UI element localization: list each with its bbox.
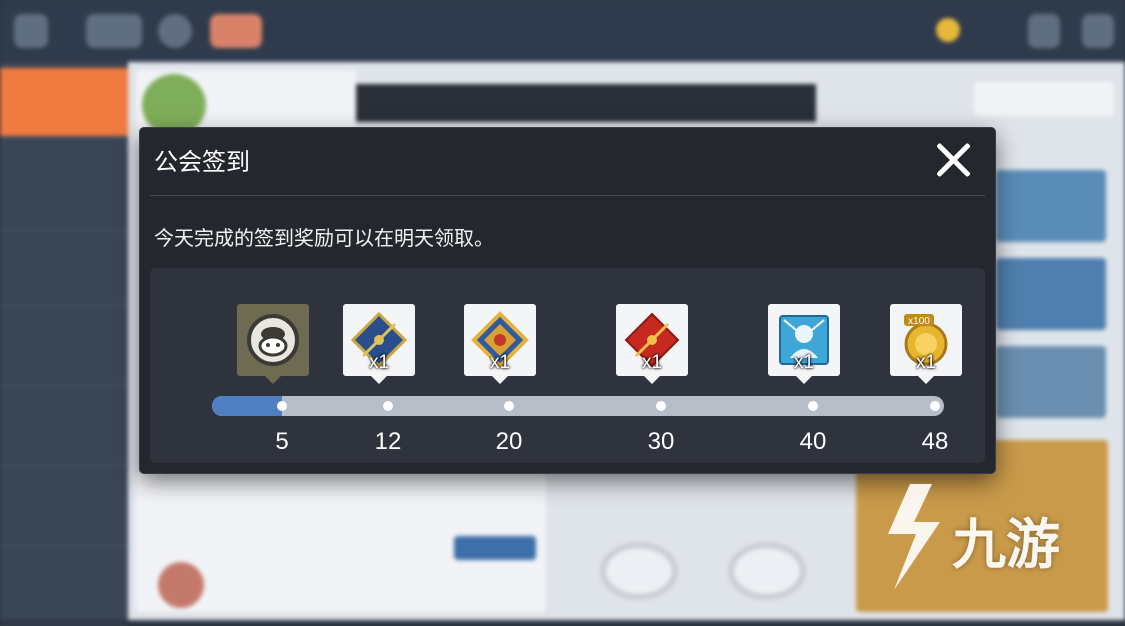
watermark-text: 九游	[952, 513, 1060, 576]
reward-badge: x100	[908, 316, 930, 327]
sidebar	[0, 62, 128, 626]
sidebar-item[interactable]	[0, 237, 128, 306]
reward-item-gold-scroll[interactable]: x1	[464, 304, 536, 384]
divider	[150, 195, 985, 196]
signin-notice: 今天完成的签到奖励可以在明天领取。	[154, 226, 494, 250]
milestone-label: 40	[799, 428, 827, 455]
reward-quantity: x1	[489, 352, 511, 373]
event-banner[interactable]	[996, 170, 1106, 242]
milestone-label: 5	[275, 428, 289, 455]
event-banner[interactable]	[996, 258, 1106, 330]
chat-icon[interactable]	[158, 14, 192, 48]
close-button[interactable]	[931, 138, 975, 182]
sidebar-item[interactable]	[0, 317, 128, 386]
reward-quantity: x1	[915, 352, 937, 373]
milestone-label: 30	[647, 428, 675, 455]
nine-game-logo-icon	[888, 484, 940, 590]
milestone-dot	[656, 401, 666, 411]
watermark-logo: 九游	[870, 478, 1100, 598]
signin-progress-bar	[212, 396, 944, 416]
milestone-label: 12	[374, 428, 402, 455]
sidebar-item[interactable]	[0, 477, 128, 546]
exit-icon[interactable]	[1082, 14, 1114, 48]
progress-fill	[212, 396, 282, 416]
sidebar-item[interactable]	[0, 162, 128, 231]
milestone-label: 20	[495, 428, 523, 455]
list-avatar	[158, 562, 204, 608]
emblem-slot	[728, 542, 806, 600]
search-box[interactable]	[974, 82, 1114, 116]
milestone-dot	[277, 401, 287, 411]
guild-signin-dialog: 公会签到 今天完成的签到奖励可以在明天领取。 x1 x1 x1 x1 x100 …	[140, 128, 995, 473]
guild-emblem-icon	[247, 314, 299, 366]
coin-icon	[936, 18, 960, 42]
reward-track-panel: x1 x1 x1 x1 x100 x1 5 12 20 30 40 48	[150, 268, 985, 463]
menu-icon[interactable]	[86, 14, 142, 48]
milestone-dot	[504, 401, 514, 411]
dialog-title: 公会签到	[154, 148, 250, 176]
emblem-slot	[600, 542, 678, 600]
back-icon[interactable]	[14, 14, 48, 48]
sidebar-item-active[interactable]	[0, 68, 128, 137]
sidebar-item[interactable]	[0, 397, 128, 466]
list-action-button[interactable]	[454, 536, 536, 560]
guild-badge-image	[142, 74, 206, 136]
reward-item-gold-coin-bag[interactable]: x100 x1	[890, 304, 962, 384]
mail-icon[interactable]	[1028, 14, 1060, 48]
event-banner[interactable]	[996, 346, 1106, 418]
reward-item-skill-scroll[interactable]: x1	[768, 304, 840, 384]
milestone-dot	[930, 401, 940, 411]
reward-quantity: x1	[641, 352, 663, 373]
reward-item-red-envelope[interactable]: x1	[616, 304, 688, 384]
milestone-dot	[808, 401, 818, 411]
milestone-dot	[383, 401, 393, 411]
reward-quantity: x1	[368, 352, 390, 373]
reward-item-guild-emblem[interactable]	[237, 304, 309, 384]
avatar[interactable]	[210, 14, 262, 48]
sidebar-item[interactable]	[0, 557, 128, 626]
inner-panel	[356, 84, 816, 122]
milestone-label: 48	[921, 428, 949, 455]
reward-quantity: x1	[793, 352, 815, 373]
reward-item-blue-scroll[interactable]: x1	[343, 304, 415, 384]
top-bar	[0, 0, 1125, 62]
